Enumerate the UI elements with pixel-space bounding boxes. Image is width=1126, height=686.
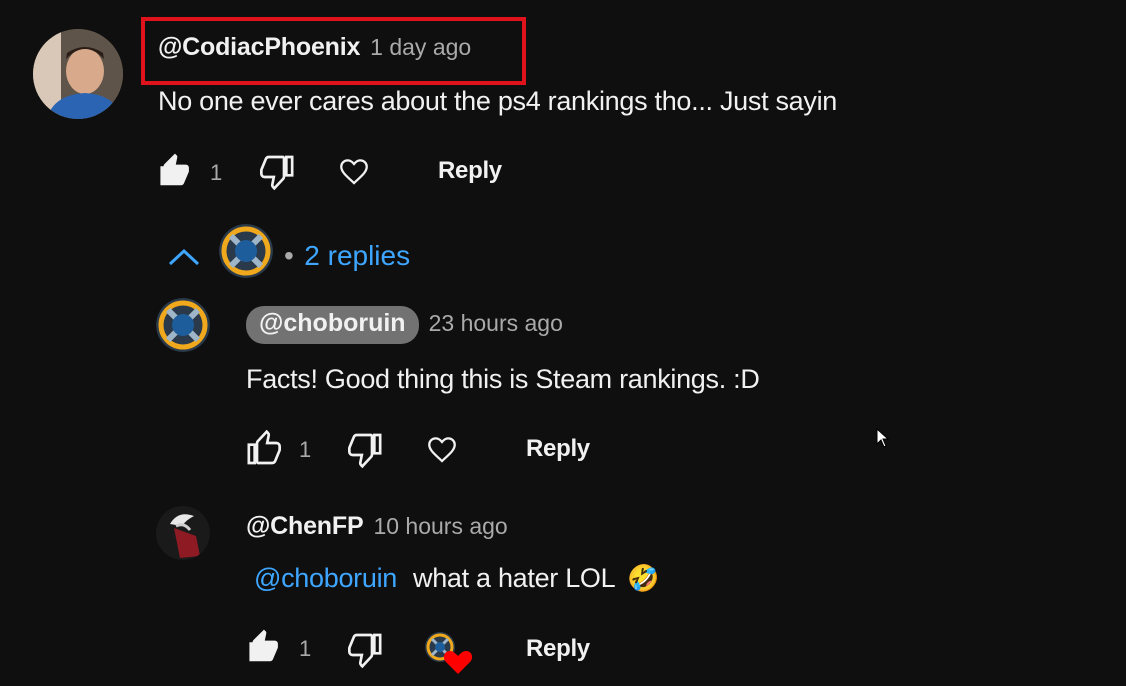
avatar-codiacphoenix[interactable] [33,29,123,119]
creator-heart-button[interactable] [424,630,474,676]
reply-text: Facts! Good thing this is Steam rankings… [246,364,760,394]
dislike-button[interactable] [256,152,300,192]
heart-button[interactable] [337,154,371,188]
reply2-like-button[interactable] [241,628,285,668]
avatar-chenfp[interactable] [156,506,210,560]
reply-author-chip[interactable]: @choboruin [246,306,419,344]
thumbs-up-filled-icon [249,629,278,662]
chevron-up-icon [168,248,200,266]
replies-bullet: • [284,240,294,271]
laughing-emoji: 🤣 [627,563,660,593]
reply2-reply-button[interactable]: Reply [526,635,590,663]
thumbs-up-outline-icon [247,429,281,465]
mouse-cursor-icon [876,427,892,450]
reply2-like-count: 1 [299,636,312,661]
reply-reply-button[interactable]: Reply [526,435,590,463]
thumbs-down-icon [260,155,294,191]
reply-heart-button[interactable] [425,432,459,466]
like-count: 1 [210,160,223,185]
reply2-time[interactable]: 10 hours ago [373,513,507,539]
reply2-text: what a hater LOL [413,563,616,593]
thumbs-down-icon [348,633,382,669]
reply-button[interactable]: Reply [438,157,502,185]
avatar-choboruin[interactable] [156,298,210,352]
reply-like-button[interactable] [241,428,285,468]
thumbs-up-filled-icon [160,153,189,186]
reply2-dislike-button[interactable] [344,630,388,670]
heart-outline-icon [428,437,456,463]
thumbs-down-icon [348,433,382,469]
reply-dislike-button[interactable] [344,430,388,470]
heart-filled-icon [443,651,473,674]
heart-outline-icon [340,159,368,185]
creator-avatar-small [219,224,273,278]
reply-time[interactable]: 23 hours ago [429,310,563,336]
collapse-replies-button[interactable] [166,242,202,272]
replies-count-link[interactable]: 2 replies [304,240,410,271]
comment-text: No one ever cares about the ps4 rankings… [158,86,837,116]
like-button[interactable] [152,152,196,192]
reply2-author[interactable]: @ChenFP [246,512,364,540]
reply2-mention-link[interactable]: @choboruin [254,563,397,593]
reply-like-count: 1 [299,437,312,462]
comment-time[interactable]: 1 day ago [370,34,471,60]
comment-author[interactable]: @CodiacPhoenix [158,33,360,61]
